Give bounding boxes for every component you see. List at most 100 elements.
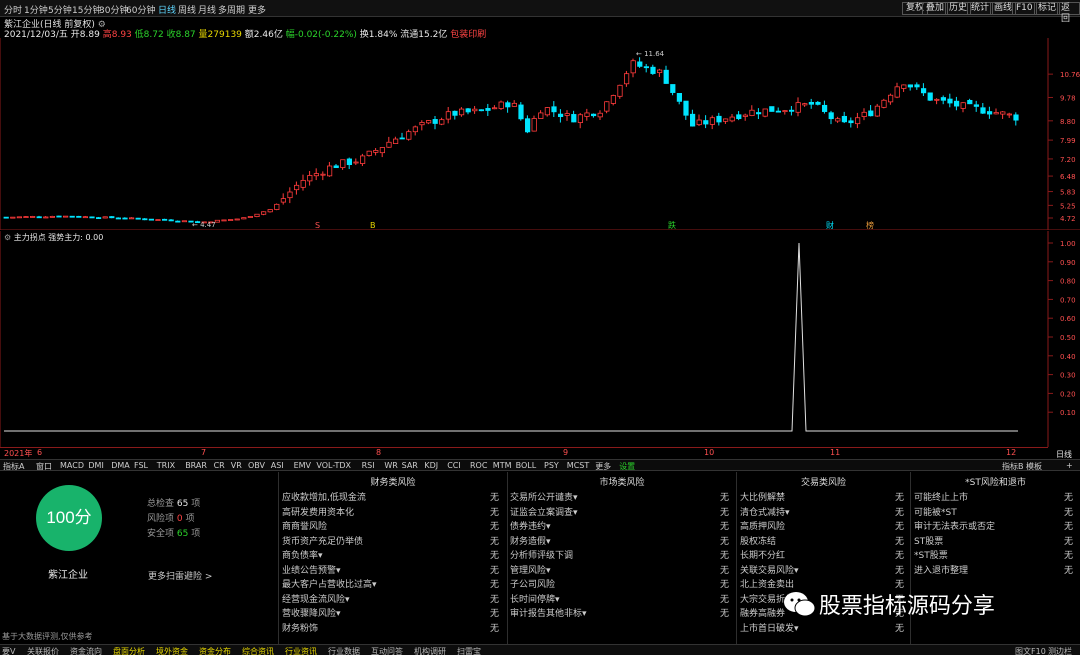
indicator-tab[interactable]: EMV — [294, 461, 311, 470]
risk-item[interactable]: 融券高融券 — [740, 606, 785, 619]
indicator-tab[interactable]: PSY — [544, 461, 559, 470]
period-15min[interactable]: 15分钟 — [72, 3, 101, 16]
indicator-tab[interactable]: MACD — [60, 461, 84, 470]
indicator-tab[interactable]: TRIX — [157, 461, 175, 470]
indicator-tab[interactable]: 设置 — [619, 461, 635, 472]
f10-button[interactable]: F10 — [1012, 2, 1037, 15]
risk-item[interactable]: 最大客户占营收比过高▾ — [282, 577, 377, 590]
indicator-tab[interactable]: 指标A — [3, 461, 24, 472]
period-monthly[interactable]: 月线 — [198, 3, 216, 16]
candle-body — [247, 216, 253, 218]
indicator-tab[interactable]: OBV — [248, 461, 265, 470]
bottom-tab[interactable]: 盘面分析 — [113, 646, 145, 655]
event-marker[interactable]: 跌 — [668, 220, 676, 230]
bottom-tab[interactable]: 行业数据 — [328, 646, 360, 655]
period-multi[interactable]: 多周期 — [218, 3, 245, 16]
risk-item[interactable]: 债券违约▾ — [510, 519, 551, 532]
indicator-tab[interactable]: VOL-TDX — [316, 461, 351, 470]
risk-item[interactable]: 高质押风险 — [740, 519, 785, 532]
risk-item[interactable]: 应收款增加,低现金流 — [282, 490, 366, 503]
tab-add[interactable]: + — [1066, 461, 1073, 470]
kline-chart[interactable]: 10.76 9.78 8.80 7.99 7.20 6.48 5.83 5.25 4.72 ← … — [0, 38, 1080, 230]
risk-item[interactable]: 货币资产充足仍举债 — [282, 534, 363, 547]
risk-item[interactable]: 高研发费用资本化 — [282, 505, 354, 518]
indicator-tab[interactable]: KDJ — [424, 461, 438, 470]
indicator-tab[interactable]: MTM — [493, 461, 512, 470]
risk-item[interactable]: 上市首日破发▾ — [740, 621, 799, 634]
indicator-settings-icon[interactable]: ⚙ — [4, 233, 11, 242]
risk-item[interactable]: *ST股票 — [914, 548, 948, 561]
risk-item[interactable]: 长时间停牌▾ — [510, 592, 560, 605]
indicator-tab[interactable]: RSI — [362, 461, 375, 470]
period-intraday[interactable]: 分时 — [4, 3, 22, 16]
bottom-tab[interactable]: 机构调研 — [414, 646, 446, 655]
event-marker[interactable]: S — [315, 221, 320, 230]
risk-item[interactable]: ST股票 — [914, 534, 943, 547]
event-marker[interactable]: 榜 — [866, 220, 874, 230]
period-5min[interactable]: 5分钟 — [48, 3, 72, 16]
event-marker[interactable]: 财 — [826, 220, 834, 230]
risk-item[interactable]: 营收骤降风险▾ — [282, 606, 341, 619]
risk-item[interactable]: 子公司风险 — [510, 577, 555, 590]
bottom-tab[interactable]: 资金流向 — [70, 646, 102, 655]
indicator-tab[interactable]: 更多 — [595, 461, 611, 472]
indicator-tab[interactable]: CR — [214, 461, 225, 470]
sidebar-tab[interactable]: 测边栏 — [1048, 646, 1072, 655]
indicator-tab[interactable]: 窗口 — [36, 461, 52, 472]
risk-item[interactable]: 审计报告其他非标▾ — [510, 606, 587, 619]
more-scan-link[interactable]: 更多扫雷避险 > — [148, 569, 212, 582]
bottom-tab[interactable]: 境外资金 — [156, 646, 188, 655]
indicator-tab[interactable]: DMI — [88, 461, 103, 470]
tab-template[interactable]: 模板 — [1026, 461, 1042, 472]
period-30min[interactable]: 30分钟 — [99, 3, 128, 16]
candle-body — [1006, 113, 1013, 116]
event-marker[interactable]: B — [370, 221, 376, 230]
bottom-tab[interactable]: 行业资讯 — [285, 646, 317, 655]
risk-item[interactable]: 清仓式减持▾ — [740, 505, 790, 518]
f10-graphic-tab[interactable]: 图文F10 — [1015, 646, 1046, 655]
period-60min[interactable]: 60分钟 — [126, 3, 155, 16]
bottom-tab[interactable]: 综合资讯 — [242, 646, 274, 655]
bottom-tab[interactable]: 扫雷宝 — [457, 646, 481, 655]
indicator-tab[interactable]: VR — [231, 461, 242, 470]
period-1min[interactable]: 1分钟 — [24, 3, 48, 16]
bottom-tab[interactable]: 互动问答 — [371, 646, 403, 655]
indicator-tab[interactable]: CCI — [447, 461, 461, 470]
risk-item[interactable]: 分析师评级下调 — [510, 548, 573, 561]
bottom-tab[interactable]: 资金分布 — [199, 646, 231, 655]
risk-item[interactable]: 审计无法表示或否定 — [914, 519, 995, 532]
risk-item[interactable]: 业绩公告预警▾ — [282, 563, 341, 576]
risk-item[interactable]: 股权冻结 — [740, 534, 776, 547]
risk-item[interactable]: 证监会立案调查▾ — [510, 505, 578, 518]
risk-item[interactable]: 商负债率▾ — [282, 548, 323, 561]
indicator-tab[interactable]: ASI — [271, 461, 284, 470]
risk-item[interactable]: 交易所公开谴责▾ — [510, 490, 578, 503]
period-more[interactable]: 更多 — [248, 3, 266, 16]
indicator-tab[interactable]: BOLL — [516, 461, 537, 470]
indicator-tab[interactable]: MCST — [567, 461, 589, 470]
indicator-tab[interactable]: WR — [384, 461, 397, 470]
indicator-chart[interactable]: 1.00 0.90 0.80 0.70 0.60 0.50 0.40 0.30 0.20 0.10 — [0, 231, 1080, 447]
risk-item[interactable]: 经营现金流风险▾ — [282, 592, 350, 605]
risk-item[interactable]: 关联交易风险▾ — [740, 563, 799, 576]
indicator-tab[interactable]: DMA — [111, 461, 130, 470]
indicator-tab[interactable]: ROC — [470, 461, 487, 470]
tab-indicator-b[interactable]: 指标B — [1002, 461, 1024, 472]
risk-item[interactable]: 商商誉风险 — [282, 519, 327, 532]
bottom-tab[interactable]: 要V — [2, 646, 15, 655]
risk-item[interactable]: 管理风险▾ — [510, 563, 551, 576]
risk-item[interactable]: 财务粉饰 — [282, 621, 318, 634]
risk-item[interactable]: 财务造假▾ — [510, 534, 551, 547]
risk-item[interactable]: 可能被*ST — [914, 505, 957, 518]
back-button[interactable]: 返回 — [1057, 2, 1080, 24]
indicator-tab[interactable]: FSL — [134, 461, 148, 470]
indicator-tab[interactable]: SAR — [402, 461, 418, 470]
period-daily[interactable]: 日线 — [158, 3, 176, 16]
risk-item[interactable]: 进入退市整理 — [914, 563, 968, 576]
period-weekly[interactable]: 周线 — [178, 3, 196, 16]
risk-item[interactable]: 大比例解禁 — [740, 490, 785, 503]
indicator-tab[interactable]: BRAR — [185, 461, 207, 470]
bottom-tab[interactable]: 关联报价 — [27, 646, 59, 655]
risk-item[interactable]: 长期不分红 — [740, 548, 785, 561]
risk-item[interactable]: 可能终止上市 — [914, 490, 968, 503]
